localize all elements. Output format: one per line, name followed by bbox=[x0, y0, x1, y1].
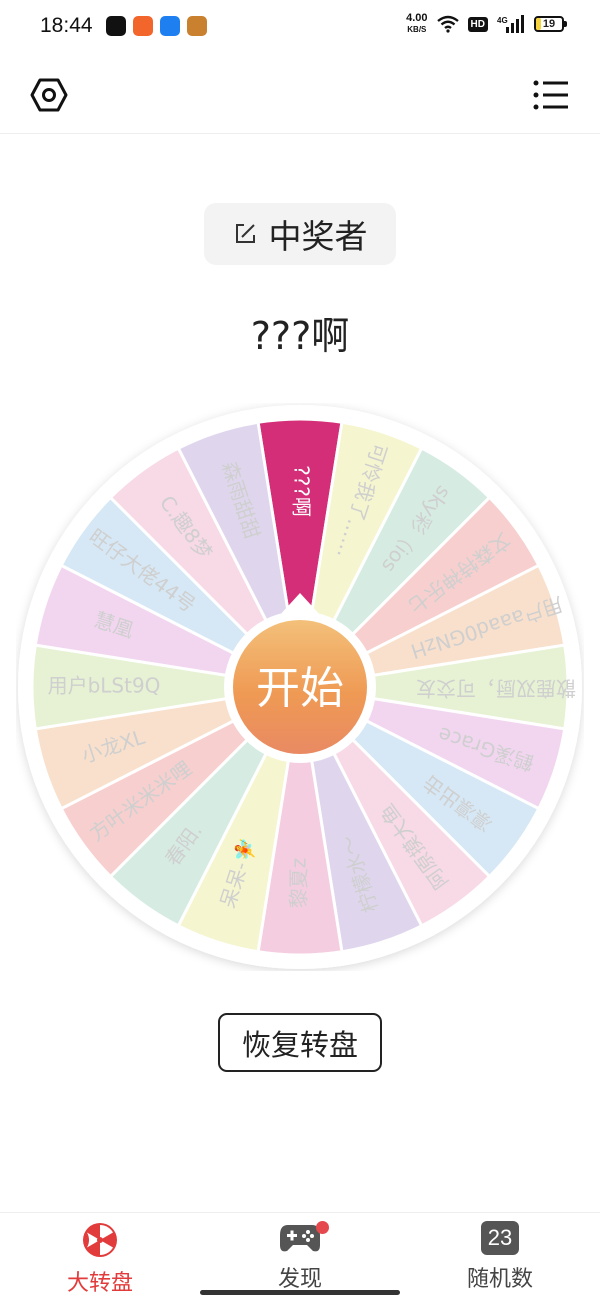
random-number-icon: 23 bbox=[481, 1221, 519, 1255]
bottom-nav: 大转盘 发现 23 随机数 bbox=[0, 1212, 600, 1300]
start-button-label[interactable]: 开始 bbox=[256, 663, 344, 714]
settings-button[interactable] bbox=[26, 72, 72, 118]
wheel-segment-label: 用户bLSt9Q bbox=[48, 674, 161, 698]
winner-label: 中奖者 bbox=[268, 217, 368, 256]
edit-icon bbox=[235, 224, 255, 243]
game-app-icon bbox=[187, 16, 207, 36]
wheel-segment-label: ???啊 bbox=[290, 465, 314, 517]
status-time: 18:44 bbox=[40, 14, 93, 37]
tiktok-icon bbox=[106, 16, 126, 36]
notification-icons bbox=[106, 16, 207, 36]
status-bar: 18:44 4.00 KB/S HD 4G 19 bbox=[0, 0, 600, 56]
nav-label-wheel: 大转盘 bbox=[66, 1271, 133, 1296]
wheel-nav-icon bbox=[83, 1223, 117, 1257]
gamepad-icon bbox=[280, 1225, 320, 1252]
video-app-icon bbox=[160, 16, 180, 36]
nav-item-discover[interactable]: 发现 bbox=[200, 1221, 400, 1293]
status-right: 4.00 KB/S HD 4G 19 bbox=[406, 12, 567, 35]
wheel-svg[interactable]: ???啊 可怜我了……sky彩（ios文森特神乐七用户aaad0GNzH散鹿双厨，… bbox=[16, 403, 584, 971]
hd-badge: HD bbox=[467, 16, 488, 32]
nav-label-random-number: 随机数 bbox=[466, 1267, 533, 1292]
battery-indicator: 19 bbox=[534, 16, 567, 32]
signal-type: 4G bbox=[497, 16, 508, 25]
nav-item-wheel[interactable]: 大转盘 bbox=[0, 1221, 200, 1297]
list-menu-button[interactable] bbox=[528, 72, 574, 118]
battery-fill bbox=[536, 18, 541, 30]
winner-name: ???啊 bbox=[250, 314, 350, 358]
net-speed: 4.00 KB/S bbox=[406, 12, 428, 35]
cellular-signal-icon: 4G bbox=[497, 15, 524, 33]
wifi-icon bbox=[436, 15, 459, 33]
top-bar bbox=[0, 56, 600, 134]
shop-app-icon bbox=[133, 16, 153, 36]
prize-wheel[interactable]: ???啊 可怜我了…… sky彩（ios 文森特神乐七 用户aaad0GNzH 散鹿双厨，… bbox=[16, 403, 584, 971]
winner-edit-button[interactable]: 中奖者 bbox=[204, 203, 396, 265]
notification-dot bbox=[316, 1221, 329, 1234]
reset-wheel-button[interactable]: 恢复转盘 bbox=[218, 1013, 382, 1072]
nav-label-discover: 发现 bbox=[277, 1267, 322, 1292]
home-indicator bbox=[200, 1290, 400, 1295]
nav-item-random-number[interactable]: 23 随机数 bbox=[400, 1221, 600, 1293]
list-icon bbox=[533, 80, 568, 110]
settings-hexagon-icon bbox=[30, 78, 68, 112]
wheel-segment-label: 散鹿双厨，可交友 bbox=[416, 677, 576, 701]
wheel-segment-label: 黎夏z bbox=[287, 858, 311, 909]
